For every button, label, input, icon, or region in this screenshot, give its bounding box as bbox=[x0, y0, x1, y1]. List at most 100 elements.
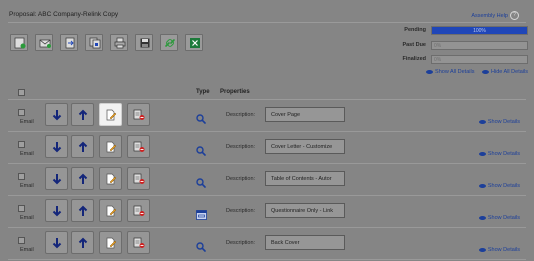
search-icon[interactable] bbox=[196, 239, 206, 257]
remove-document-button[interactable] bbox=[127, 167, 150, 190]
edit-document-button[interactable] bbox=[99, 231, 122, 254]
email-icon bbox=[39, 39, 51, 48]
help-icon: ? bbox=[510, 11, 519, 20]
arrow-up-icon bbox=[78, 173, 88, 184]
row-checkbox[interactable] bbox=[18, 173, 25, 180]
remove-document-button[interactable] bbox=[127, 199, 150, 222]
edit-document-button[interactable] bbox=[99, 103, 122, 126]
arrow-up-icon bbox=[78, 109, 88, 120]
hide-all-details-link[interactable]: Hide All Details bbox=[482, 69, 528, 75]
remove-document-icon bbox=[133, 205, 145, 216]
form-icon[interactable] bbox=[196, 207, 207, 225]
hide-all-details-label: Hide All Details bbox=[491, 69, 528, 75]
edit-document-button[interactable] bbox=[99, 135, 122, 158]
description-input[interactable]: Questionnaire Only - Link bbox=[265, 203, 345, 218]
detail-links: Show All Details Hide All Details bbox=[420, 69, 528, 75]
show-details-label: Show Details bbox=[487, 151, 520, 157]
show-details-label: Show Details bbox=[487, 215, 520, 221]
select-all-checkbox[interactable] bbox=[18, 89, 25, 96]
table-row: Email Description: Questionnaire Only - Li… bbox=[8, 196, 526, 228]
arrow-up-icon bbox=[78, 141, 88, 152]
row-email-label: Email bbox=[20, 119, 34, 125]
arrow-down-icon bbox=[52, 206, 62, 217]
save-button[interactable] bbox=[135, 34, 153, 51]
arrow-down-icon bbox=[52, 238, 62, 249]
search-icon[interactable] bbox=[196, 143, 206, 161]
show-details-link[interactable]: Show Details bbox=[478, 119, 520, 125]
show-details-link[interactable]: Show Details bbox=[478, 247, 520, 253]
show-all-details-link[interactable]: Show All Details bbox=[426, 69, 474, 75]
type-column-header: Type bbox=[196, 89, 210, 95]
edit-document-button[interactable] bbox=[99, 199, 122, 222]
row-email-label: Email bbox=[20, 215, 34, 221]
eye-icon bbox=[478, 119, 486, 124]
assembly-help-label: Assembly Help bbox=[471, 12, 508, 19]
edit-document-icon bbox=[106, 141, 117, 153]
show-details-link[interactable]: Show Details bbox=[478, 183, 520, 189]
description-input[interactable]: Back Cover bbox=[265, 235, 345, 250]
copy-button[interactable] bbox=[85, 34, 103, 51]
description-label: Description: bbox=[226, 144, 256, 150]
show-details-link[interactable]: Show Details bbox=[478, 151, 520, 157]
table-row: Email Description: Back Cover Show Details bbox=[8, 228, 526, 260]
eye-icon bbox=[426, 69, 434, 74]
print-button[interactable] bbox=[110, 34, 128, 51]
show-details-link[interactable]: Show Details bbox=[478, 215, 520, 221]
add-document-button[interactable] bbox=[10, 34, 28, 51]
move-down-button[interactable] bbox=[45, 199, 68, 222]
move-up-button[interactable] bbox=[71, 199, 94, 222]
edit-document-icon bbox=[106, 109, 117, 121]
past-due-progress: 0% bbox=[431, 41, 528, 50]
show-all-details-label: Show All Details bbox=[435, 69, 475, 75]
description-label: Description: bbox=[226, 112, 256, 118]
remove-document-button[interactable] bbox=[127, 103, 150, 126]
move-down-button[interactable] bbox=[45, 135, 68, 158]
row-checkbox[interactable] bbox=[18, 109, 25, 116]
arrow-down-icon bbox=[52, 110, 62, 121]
eye-icon bbox=[478, 151, 486, 156]
email-button[interactable] bbox=[35, 34, 53, 51]
eye-icon bbox=[478, 247, 486, 252]
move-down-button[interactable] bbox=[45, 231, 68, 254]
title-divider bbox=[8, 22, 526, 23]
remove-document-icon bbox=[133, 109, 145, 120]
eye-slash-icon bbox=[482, 69, 489, 74]
move-up-button[interactable] bbox=[71, 135, 94, 158]
move-down-button[interactable] bbox=[45, 167, 68, 190]
finalized-label: Finalized bbox=[402, 56, 426, 62]
export-button[interactable] bbox=[60, 34, 78, 51]
eye-icon bbox=[478, 183, 486, 188]
arrow-down-icon bbox=[52, 142, 62, 153]
add-document-icon bbox=[14, 37, 26, 49]
remove-document-button[interactable] bbox=[127, 231, 150, 254]
move-up-button[interactable] bbox=[71, 231, 94, 254]
row-checkbox[interactable] bbox=[18, 237, 25, 244]
search-icon[interactable] bbox=[196, 111, 206, 129]
description-label: Description: bbox=[226, 240, 256, 246]
description-input[interactable]: Cover Page bbox=[265, 107, 345, 122]
move-up-button[interactable] bbox=[71, 103, 94, 126]
properties-column-header: Properties bbox=[220, 89, 250, 95]
pending-label: Pending bbox=[404, 27, 426, 33]
description-input[interactable]: Table of Contents - Autor bbox=[265, 171, 345, 186]
past-due-value: 0% bbox=[434, 43, 442, 49]
search-icon[interactable] bbox=[196, 175, 206, 193]
export-excel-button[interactable] bbox=[185, 34, 203, 51]
move-up-button[interactable] bbox=[71, 167, 94, 190]
link-button[interactable] bbox=[160, 34, 178, 51]
past-due-label: Past Due bbox=[402, 42, 426, 48]
description-input[interactable]: Cover Letter - Customize bbox=[265, 139, 345, 154]
arrow-up-icon bbox=[78, 237, 88, 248]
show-details-label: Show Details bbox=[487, 183, 520, 189]
move-down-button[interactable] bbox=[45, 103, 68, 126]
finalized-value: 0% bbox=[434, 57, 442, 63]
row-checkbox[interactable] bbox=[18, 141, 25, 148]
arrow-up-icon bbox=[78, 205, 88, 216]
pending-value: 100% bbox=[473, 28, 486, 34]
page-title: Proposal: ABC Company-Relink Copy bbox=[9, 11, 119, 18]
edit-document-button[interactable] bbox=[99, 167, 122, 190]
row-checkbox[interactable] bbox=[18, 205, 25, 212]
edit-document-icon bbox=[106, 237, 117, 249]
remove-document-button[interactable] bbox=[127, 135, 150, 158]
assembly-help-link[interactable]: Assembly Help? bbox=[471, 11, 519, 20]
